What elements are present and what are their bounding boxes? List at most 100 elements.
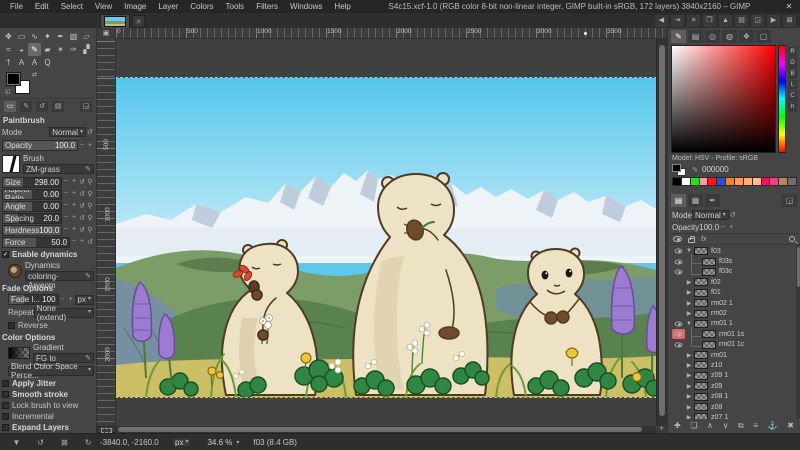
reverse-checkbox[interactable]: Reverse: [2, 320, 94, 330]
gradient-edit-icon[interactable]: ✎: [85, 354, 91, 362]
plus-icon[interactable]: +: [70, 214, 78, 222]
tab-close-button[interactable]: ✕: [132, 15, 145, 28]
layer-row-rm01[interactable]: ▶rm01: [668, 350, 800, 360]
text-tool[interactable]: A: [15, 56, 28, 69]
layer-visibility-toggle[interactable]: [672, 340, 685, 350]
zoom-tool[interactable]: Q: [41, 56, 54, 69]
mini-fg-swatch[interactable]: [672, 164, 681, 172]
menu-view[interactable]: View: [89, 2, 118, 11]
slider-angle[interactable]: Angle0.00: [2, 201, 62, 212]
free-select-tool[interactable]: ∿: [28, 30, 41, 43]
layer-opacity-value[interactable]: 100.0: [699, 223, 719, 232]
layer-row-z08[interactable]: ▶z08: [668, 402, 800, 412]
vertical-ruler[interactable]: 500100015002000: [97, 39, 116, 426]
brush-edit-icon[interactable]: ✎: [85, 165, 91, 173]
quick-mask-toggle[interactable]: [97, 426, 116, 433]
default-colors-icon[interactable]: ◱: [5, 88, 11, 95]
clone-tool[interactable]: ▞: [80, 43, 93, 56]
reset-icon[interactable]: ↺: [78, 214, 86, 222]
vertical-scrollbar-thumb[interactable]: [659, 45, 665, 416]
menu-colors[interactable]: Colors: [184, 2, 219, 11]
channel-button-C[interactable]: C: [788, 91, 797, 101]
tab-watercolor[interactable]: ❖: [739, 30, 754, 43]
layer-row-z10[interactable]: ▶z10: [668, 360, 800, 370]
menu-image[interactable]: Image: [118, 2, 152, 11]
tab-images[interactable]: ▤: [52, 101, 64, 112]
channel-button-B[interactable]: B: [788, 69, 797, 79]
zoom-value[interactable]: 34.6 %: [207, 438, 232, 447]
slider-hardness[interactable]: Hardness100.0: [2, 225, 62, 236]
reset-icon[interactable]: ↺: [86, 238, 94, 246]
link-icon[interactable]: ⚲: [86, 226, 94, 234]
layer-expander[interactable]: ▶: [685, 372, 693, 379]
layer-row-z07-1[interactable]: ▶z07 1: [668, 412, 800, 419]
fg-bg-color-widget[interactable]: ◱ ⇄: [6, 72, 36, 96]
pointer-icon[interactable]: ▲: [719, 15, 732, 27]
eraser-tool[interactable]: ▰: [41, 43, 54, 56]
fade-plus-icon[interactable]: +: [67, 296, 75, 303]
layer-row-rm01-1c[interactable]: rm01 1c: [668, 340, 800, 350]
tab-paths[interactable]: ✒: [705, 194, 720, 207]
image-tab[interactable]: [100, 14, 130, 28]
gradient-tool[interactable]: ▧: [67, 30, 80, 43]
layers-scrollbar[interactable]: [796, 245, 800, 419]
paintbrush-tool[interactable]: ✎: [28, 43, 41, 56]
raise-layer-button[interactable]: ∧: [707, 421, 713, 430]
layer-visibility-toggle[interactable]: [672, 298, 685, 308]
plus-icon[interactable]: +: [70, 202, 78, 210]
move-tool[interactable]: ✥: [2, 30, 15, 43]
layer-expander[interactable]: ▶: [685, 404, 693, 411]
menu-tools[interactable]: Tools: [220, 2, 251, 11]
grid-icon[interactable]: ▤: [735, 15, 748, 27]
plus-icon[interactable]: +: [78, 238, 86, 246]
layer-row-f03[interactable]: ▼f03: [668, 246, 800, 256]
delete-layer-button[interactable]: ✖: [787, 421, 794, 430]
delete-preset-button[interactable]: ⊠: [61, 438, 68, 447]
horizontal-ruler[interactable]: 0500100015002000250030003500: [116, 28, 667, 39]
layer-visibility-toggle[interactable]: [672, 288, 685, 298]
warp-tool[interactable]: ≈: [2, 43, 15, 56]
color-options-header[interactable]: Color Options: [2, 333, 94, 342]
bucket-fill-tool[interactable]: ◒: [15, 43, 28, 56]
menu-layer[interactable]: Layer: [152, 2, 184, 11]
layer-row-z09-1[interactable]: ▶z09 1: [668, 371, 800, 381]
layer-expander[interactable]: ▶: [685, 383, 693, 390]
layer-row-f03c[interactable]: f03c: [668, 267, 800, 277]
layer-visibility-toggle[interactable]: [672, 246, 685, 256]
chevron-right-icon[interactable]: ▶: [767, 15, 780, 27]
tab-layers[interactable]: ▤: [671, 194, 686, 207]
fade-minus-icon[interactable]: −: [59, 296, 67, 303]
layer-expander[interactable]: ▶: [685, 289, 693, 296]
layer-visibility-toggle[interactable]: [672, 329, 685, 339]
dock-corner-icon[interactable]: ◲: [751, 15, 764, 27]
channel-button-h[interactable]: h: [788, 102, 797, 112]
lock-icon[interactable]: [688, 238, 695, 243]
layer-opacity-plus-icon[interactable]: +: [727, 224, 735, 231]
airbrush-tool[interactable]: ✴: [54, 43, 67, 56]
dynamics-edit-icon[interactable]: ✎: [85, 272, 91, 280]
plus-icon[interactable]: +: [70, 226, 78, 234]
image-box-icon[interactable]: ❒: [703, 15, 716, 27]
tab-palettes[interactable]: ▤: [688, 30, 703, 43]
layer-visibility-toggle[interactable]: [672, 319, 685, 329]
horizontal-scrollbar[interactable]: [116, 426, 656, 433]
layer-opacity-minus-icon[interactable]: −: [719, 224, 727, 231]
reset-icon[interactable]: ↺: [78, 226, 86, 234]
zoom-dropdown-caret[interactable]: ▾: [236, 439, 239, 446]
layer-expander[interactable]: ▶: [685, 414, 693, 419]
link-icon[interactable]: ⚲: [86, 202, 94, 210]
menu-file[interactable]: File: [4, 2, 29, 11]
swap-colors-icon[interactable]: ⇄: [32, 71, 37, 78]
paths-tool[interactable]: ✒: [54, 30, 67, 43]
text-path-tool[interactable]: Ạ: [28, 56, 41, 69]
layer-visibility-toggle[interactable]: [672, 360, 685, 370]
new-group-button[interactable]: ❏: [690, 421, 697, 430]
layer-visibility-toggle[interactable]: [672, 257, 685, 267]
palette-swatch-13[interactable]: [787, 177, 797, 186]
incremental-checkbox[interactable]: Incremental: [2, 411, 94, 421]
layer-expander[interactable]: ▶: [685, 300, 693, 307]
tab-screen[interactable]: ▢: [756, 30, 771, 43]
layer-row-z09[interactable]: ▶z09: [668, 381, 800, 391]
chevron-left-icon[interactable]: ◀: [655, 15, 668, 27]
tab-tool-options[interactable]: ▭: [4, 101, 16, 112]
